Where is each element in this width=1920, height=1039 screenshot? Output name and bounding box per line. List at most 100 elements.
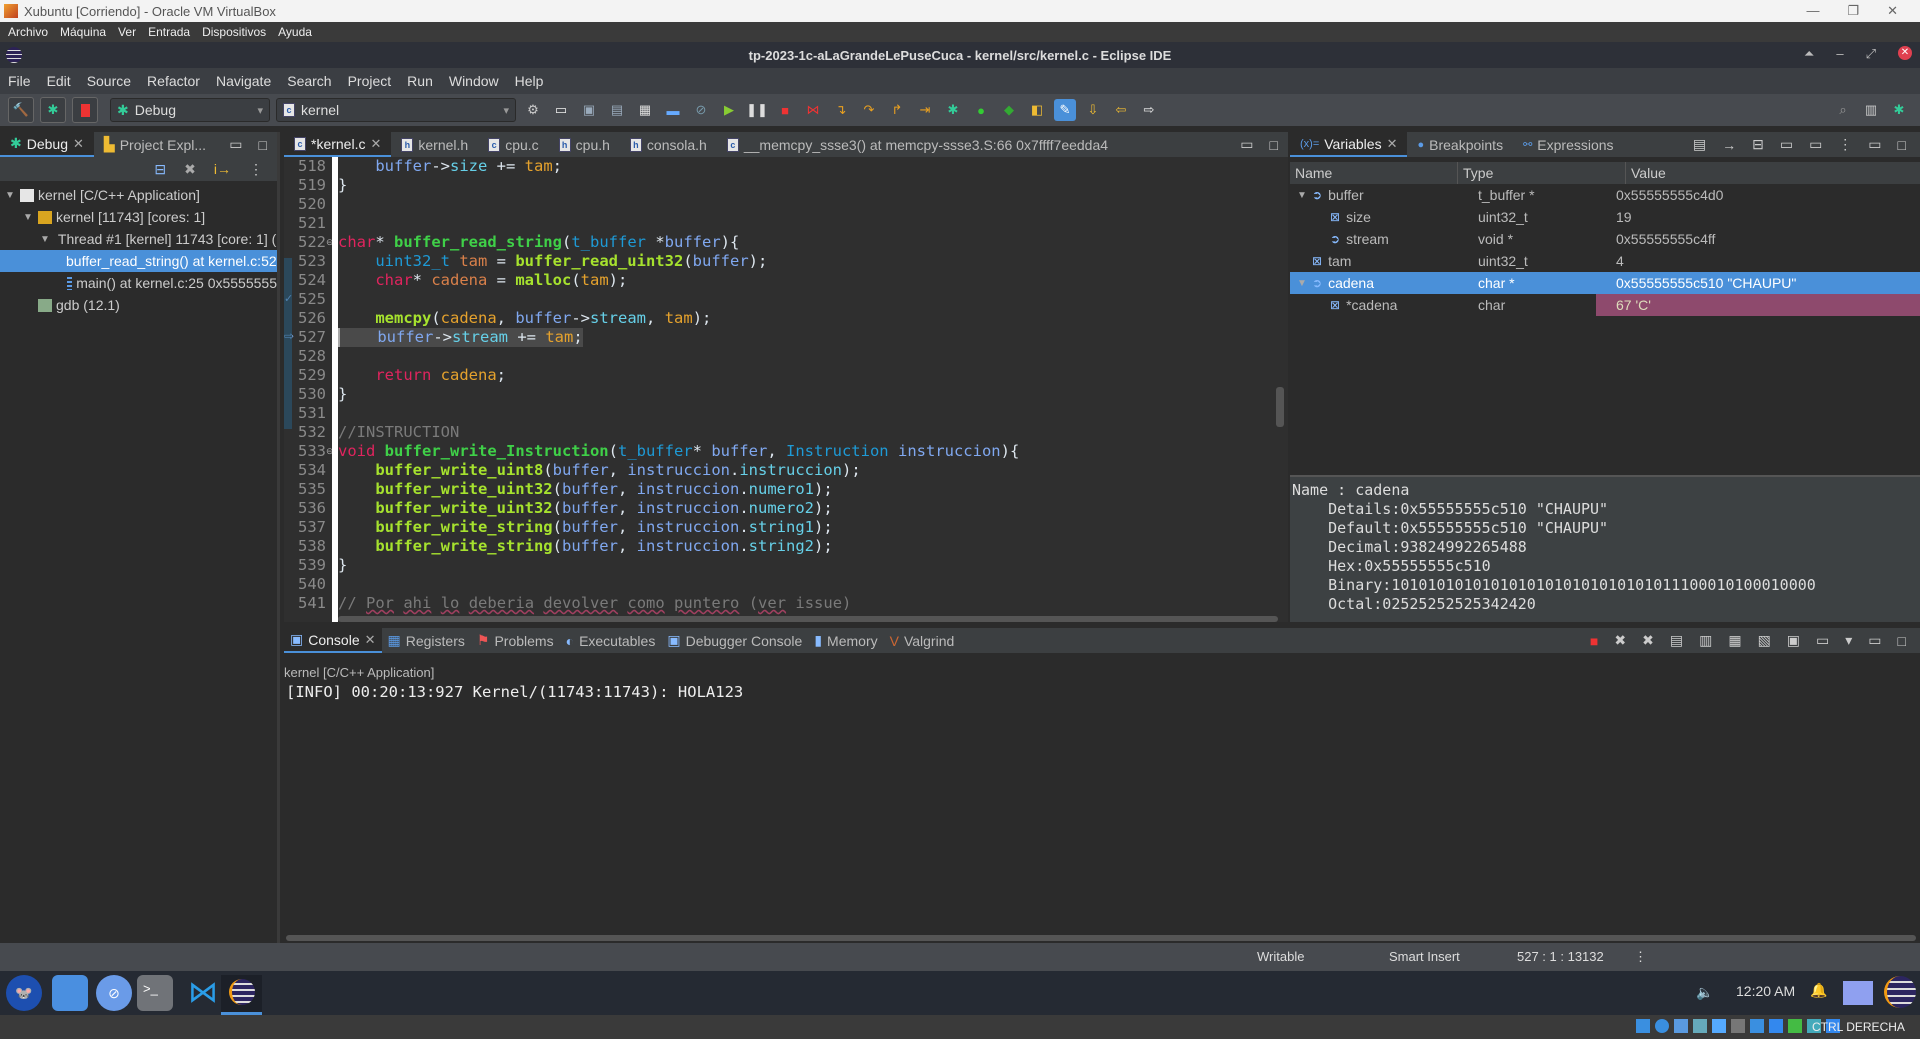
view-menu-icon[interactable]: ▾	[1845, 632, 1852, 649]
variable-row[interactable]: ➲ stream void * 0x55555555c4ff	[1290, 228, 1920, 250]
hard-disk-icon[interactable]	[1636, 1019, 1650, 1033]
run-icon[interactable]: ●	[970, 99, 992, 121]
variable-row[interactable]: ⊠ size uint32_t 19	[1290, 206, 1920, 228]
menu-entrada[interactable]: Entrada	[148, 25, 190, 39]
view-menu-icon[interactable]: ⋮	[1838, 136, 1852, 153]
vscode-icon[interactable]: ⋈	[185, 975, 221, 1011]
menu-dispositivos[interactable]: Dispositivos	[202, 25, 266, 39]
step-over-icon[interactable]: ↷	[858, 99, 880, 121]
step-return-icon[interactable]: ↱	[886, 99, 908, 121]
tree-item[interactable]: ▼ Thread #1 [kernel] 11743 [core: 1] (Sus…	[0, 228, 277, 250]
status-menu-icon[interactable]: ⋮	[1634, 949, 1647, 965]
menu-ver[interactable]: Ver	[118, 25, 136, 39]
menu-edit[interactable]: Edit	[47, 73, 71, 89]
maximize-icon[interactable]: □	[1898, 137, 1906, 153]
expand-arrow-icon[interactable]: ▼	[1296, 190, 1308, 201]
minimize-icon[interactable]: ▭	[1868, 136, 1881, 153]
column-type[interactable]: Type	[1458, 162, 1626, 184]
debug-bug-icon[interactable]: ✱	[40, 97, 66, 123]
tab-executables[interactable]: ◐ Executables	[560, 628, 662, 653]
cpu-icon[interactable]	[1788, 1019, 1802, 1033]
close-button[interactable]: ✕	[1898, 46, 1912, 60]
save-icon[interactable]: ▣	[578, 99, 600, 121]
usb-icon[interactable]	[1712, 1019, 1726, 1033]
network-icon[interactable]	[1693, 1019, 1707, 1033]
variable-value[interactable]: 4	[1596, 250, 1920, 272]
tab-kernel-c[interactable]: c *kernel.c ✕	[284, 132, 392, 157]
code-area[interactable]: buffer->size += tam;} char* buffer_read_s…	[338, 157, 1274, 622]
expand-arrow-icon[interactable]: ▼	[22, 212, 34, 223]
tab-debugger-console[interactable]: ▣ Debugger Console	[661, 628, 808, 653]
display-icon[interactable]	[1750, 1019, 1764, 1033]
open-type-icon[interactable]: ◧	[1026, 99, 1048, 121]
remove-global-variables-icon[interactable]: ▭	[1809, 136, 1822, 153]
menu-help[interactable]: Help	[515, 73, 544, 89]
close-icon[interactable]: ✕	[73, 136, 84, 152]
remove-launch-icon[interactable]: ✖	[1614, 632, 1626, 649]
shade-button[interactable]: ⏶	[1804, 46, 1814, 62]
variable-row[interactable]: ▼ ➲ cadena char * 0x55555555c510 "CHAUPU"	[1290, 272, 1920, 294]
menu-archivo[interactable]: Archivo	[8, 25, 48, 39]
close-icon[interactable]: ✕	[365, 632, 376, 648]
console-output[interactable]: [INFO] 00:20:13:927 Kernel/(11743:11743)…	[286, 683, 743, 701]
console-icon[interactable]: ▬	[662, 99, 684, 121]
disassembly-icon[interactable]: ▦	[634, 99, 656, 121]
scroll-lock-icon[interactable]: ▤	[1670, 632, 1683, 649]
build-hammer-icon[interactable]: 🔨	[8, 97, 34, 123]
word-wrap-icon[interactable]: ▥	[1699, 632, 1712, 649]
annotation-icon[interactable]: ⇩	[1082, 99, 1104, 121]
launch-mode-select[interactable]: ✱ Debug ▾	[110, 98, 270, 122]
gear-icon[interactable]: ⚙	[522, 99, 544, 121]
variable-row[interactable]: ⊠ tam uint32_t 4	[1290, 250, 1920, 272]
collapse-all-icon[interactable]: ⊟	[154, 161, 166, 178]
recording-icon[interactable]	[1769, 1019, 1783, 1033]
tab-breakpoints[interactable]: ● Breakpoints	[1407, 132, 1513, 157]
view-menu-icon[interactable]: ⋮	[249, 161, 263, 178]
variable-row[interactable]: ⊠ *cadena char 67 'C'	[1290, 294, 1920, 316]
column-name[interactable]: Name	[1290, 162, 1458, 184]
file-manager-icon[interactable]	[52, 975, 88, 1011]
tree-item[interactable]: ▼ kernel [11743] [cores: 1]	[0, 206, 277, 228]
debug-perspective-icon[interactable]: ✱	[1888, 99, 1910, 121]
variable-value[interactable]: 0x55555555c510 "CHAUPU"	[1596, 272, 1920, 294]
collapse-all-icon[interactable]: ⊟	[1752, 136, 1764, 153]
expand-arrow-icon[interactable]: ▼	[1296, 278, 1308, 289]
optical-drive-icon[interactable]	[1655, 1019, 1669, 1033]
minimize-icon[interactable]: ▭	[1240, 136, 1253, 153]
menu-refactor[interactable]: Refactor	[147, 73, 200, 89]
step-filters-icon[interactable]: i→	[214, 161, 231, 177]
workspace-switcher[interactable]	[1843, 981, 1873, 1005]
open-console-icon[interactable]: ▭	[1816, 632, 1829, 649]
close-icon[interactable]: ✕	[370, 136, 381, 152]
tree-item[interactable]: ▼ kernel [C/C++ Application]	[0, 184, 277, 206]
tree-item[interactable]: gdb (12.1)	[0, 294, 277, 316]
back-icon[interactable]: ⇦	[1110, 99, 1132, 121]
terminal-icon[interactable]: >_	[137, 975, 173, 1011]
tab-memory[interactable]: ▮ Memory	[808, 628, 883, 653]
terminate-icon[interactable]: ■	[1590, 633, 1598, 649]
maximize-icon[interactable]: □	[1270, 137, 1278, 153]
menu-project[interactable]: Project	[348, 73, 392, 89]
horizontal-scrollbar[interactable]	[338, 616, 1278, 622]
tab-console[interactable]: ▣ Console ✕	[284, 628, 382, 653]
tab-cpu-c[interactable]: c cpu.c	[478, 132, 548, 157]
browser-icon[interactable]: ⊘	[96, 975, 132, 1011]
vertical-scrollbar[interactable]	[1276, 387, 1284, 427]
maximize-button[interactable]: ⤢	[1866, 46, 1876, 62]
tab-valgrind[interactable]: V Valgrind	[884, 628, 961, 653]
variable-details-pane[interactable]: Name : cadena Details:0x55555555c510 "CH…	[1290, 475, 1920, 622]
variable-row[interactable]: ▼ ➲ buffer t_buffer * 0x55555555c4d0	[1290, 184, 1920, 206]
menu-navigate[interactable]: Navigate	[216, 73, 271, 89]
menu-ayuda[interactable]: Ayuda	[278, 25, 312, 39]
menu-file[interactable]: File	[8, 73, 31, 89]
notification-bell-icon[interactable]: 🔔	[1810, 982, 1827, 999]
coverage-icon[interactable]: ◆	[998, 99, 1020, 121]
menu-m-quina[interactable]: Máquina	[60, 25, 106, 39]
minimize-button[interactable]: —	[1806, 3, 1819, 19]
pin-console-icon[interactable]: ▦	[1728, 632, 1741, 649]
show-logical-structure-icon[interactable]: →	[1722, 137, 1736, 153]
variable-value[interactable]: 0x55555555c4ff	[1596, 228, 1920, 250]
tab-expressions[interactable]: ⚯ Expressions	[1513, 132, 1623, 157]
perspective-icon[interactable]: ▥	[1860, 99, 1882, 121]
tab-registers[interactable]: ▦ Registers	[382, 628, 471, 653]
